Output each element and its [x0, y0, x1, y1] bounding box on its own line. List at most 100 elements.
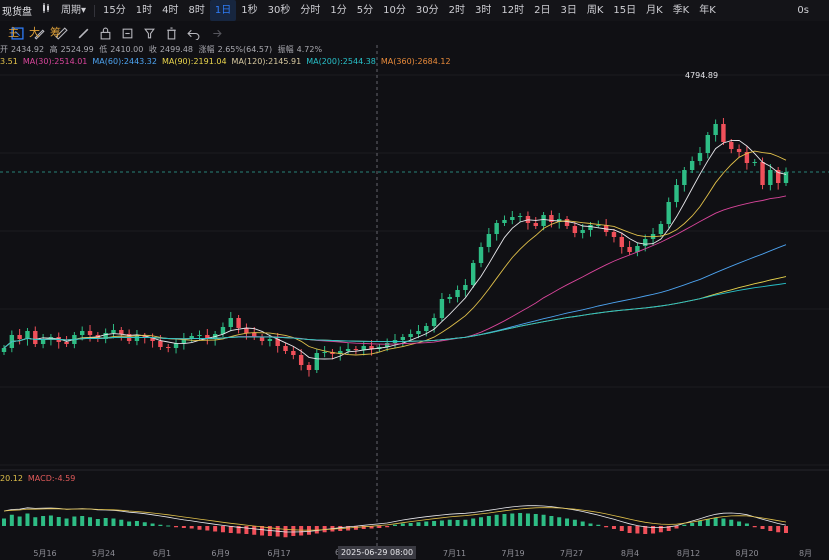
x-tick-label: 8月20 [735, 549, 759, 558]
macd-bar [33, 517, 38, 526]
macd-bar [150, 523, 155, 526]
candle-body [134, 336, 140, 341]
macd-bar [729, 519, 734, 526]
macd-bar [103, 518, 108, 526]
macd-bar [627, 526, 632, 533]
x-tick-label: 5月24 [91, 549, 116, 558]
macd-bar [72, 516, 77, 526]
candle-body [517, 216, 523, 217]
macd-bar [134, 521, 139, 526]
candle-body [298, 355, 304, 365]
candle-body [439, 299, 445, 318]
candle-body [244, 328, 249, 333]
candle-body [533, 223, 538, 226]
price-chart[interactable] [0, 0, 829, 560]
candle-body [40, 340, 46, 344]
candle-body [760, 162, 765, 185]
macd-bar [565, 518, 570, 526]
macd-bar [142, 522, 147, 526]
macd-bar [80, 516, 85, 526]
macd-bar [635, 526, 640, 534]
macd-bar [744, 523, 749, 526]
candle-body [119, 330, 124, 334]
macd-bar [471, 518, 476, 526]
macd-bar [228, 526, 233, 533]
peak-price-label: 4794.89 [685, 71, 719, 80]
macd-bar [158, 524, 163, 526]
candle-body [64, 342, 69, 344]
macd-bar [41, 516, 46, 526]
x-tick-label: 8月12 [676, 549, 701, 558]
macd-bar [533, 514, 538, 526]
candle-body [416, 331, 421, 334]
macd-bar [416, 522, 421, 526]
macd-bar [385, 526, 390, 528]
macd-bar [510, 513, 515, 526]
macd-bar [244, 526, 249, 534]
macd-bar [252, 526, 257, 535]
macd-bar [439, 520, 444, 526]
macd-bar [784, 526, 788, 533]
x-tick-label: 5月16 [33, 549, 57, 558]
candle-body [682, 170, 687, 185]
macd-bar [713, 518, 718, 526]
macd-bar [111, 518, 116, 526]
macd-bar [377, 526, 382, 528]
macd-bar [760, 526, 765, 529]
macd-bar [181, 526, 186, 528]
macd-bar [619, 526, 624, 531]
candle-body [658, 224, 664, 234]
macd-bar [119, 519, 124, 526]
macd-bar [768, 526, 773, 531]
candle-body [736, 149, 742, 152]
macd-bar [189, 526, 194, 529]
macd-bar [479, 517, 484, 526]
macd-bar [291, 526, 296, 536]
macd-bar [525, 513, 530, 526]
candle-body [768, 170, 773, 185]
macd-bar [752, 526, 757, 528]
candle-body [478, 247, 484, 263]
candle-body [259, 337, 265, 341]
candle-body [775, 170, 781, 183]
candle-body [267, 339, 273, 341]
candle-body [306, 365, 312, 370]
macd-bar [455, 520, 460, 526]
macd-bar [408, 523, 413, 526]
candle-body [697, 153, 703, 161]
candle-body [1, 348, 7, 352]
macd-bar [393, 524, 397, 526]
ma-line [3, 139, 787, 360]
macd-bar [88, 517, 93, 526]
candle-body [471, 263, 476, 285]
x-tick-label: 6月1 [152, 549, 172, 558]
macd-bar [447, 519, 452, 526]
x-tick-label: 6月17 [267, 549, 291, 558]
macd-bar [25, 513, 30, 526]
macd-bar [463, 519, 468, 526]
candle-body [619, 237, 624, 247]
candle-body [158, 341, 163, 347]
macd-bar [596, 524, 601, 526]
macd-bar [682, 524, 687, 526]
candle-body [502, 220, 507, 223]
macd-bar [213, 526, 218, 532]
crosshair-date-label: 2025-06-29 08:00 [337, 546, 417, 559]
x-tick-label: 8月4 [620, 549, 640, 558]
candle-body [455, 290, 460, 297]
candle-body [220, 327, 226, 334]
macd-bar [737, 521, 742, 526]
macd-bar [197, 526, 202, 530]
candle-body [408, 334, 413, 337]
candle-body [729, 142, 734, 149]
macd-bar [220, 526, 225, 533]
macd-bar [549, 516, 554, 526]
candle-body [33, 331, 38, 344]
macd-bar [48, 515, 53, 526]
macd-bar [580, 521, 585, 526]
candle-body [596, 225, 601, 226]
candle-body [447, 297, 452, 299]
candle-body [236, 318, 241, 328]
macd-bar [690, 523, 695, 526]
macd-bar [299, 526, 304, 536]
